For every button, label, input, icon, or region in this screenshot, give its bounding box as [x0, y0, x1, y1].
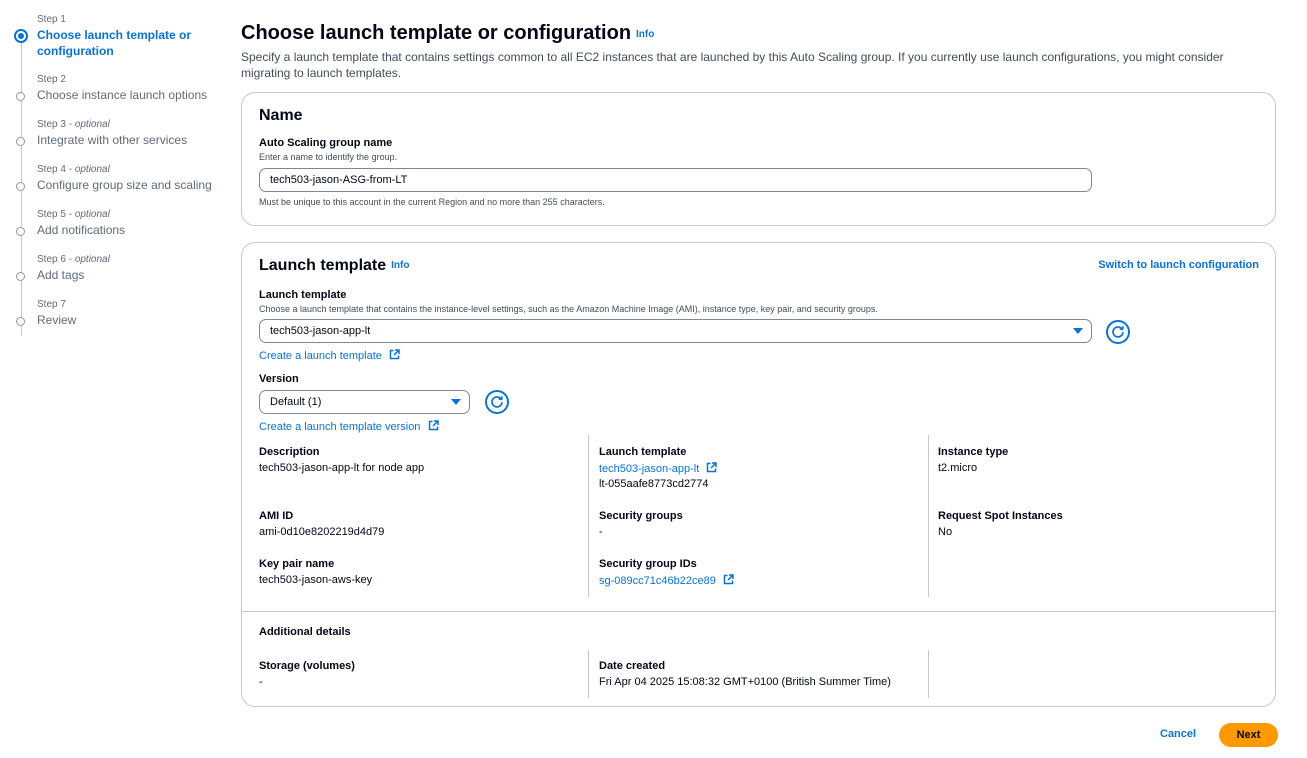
version-select[interactable]: Default (1)	[259, 390, 470, 414]
caret-down-icon	[1073, 328, 1083, 334]
launch-template-panel-title: Launch template	[259, 257, 387, 274]
security-group-ids-label: Security group IDs	[599, 558, 697, 570]
name-panel: Name Auto Scaling group name Enter a nam…	[241, 92, 1276, 226]
refresh-versions-button[interactable]	[485, 390, 509, 414]
step-number: Step 1	[37, 14, 66, 25]
asg-name-label: Auto Scaling group name	[259, 137, 393, 149]
step-7[interactable]: Step 7 Review	[14, 297, 229, 342]
main-content: Choose launch template or configuration I…	[241, 20, 1278, 707]
launch-template-detail-label: Launch template	[599, 446, 687, 458]
request-spot-label: Request Spot Instances	[938, 510, 1063, 522]
step-indicator-icon	[16, 92, 25, 101]
step-name[interactable]: Choose instance launch options	[37, 87, 229, 103]
asg-name-description: Enter a name to identify the group.	[259, 152, 398, 162]
launch-template-select[interactable]: tech503-jason-app-lt	[259, 319, 1092, 343]
step-indicator-icon	[16, 317, 25, 326]
refresh-icon	[1112, 326, 1124, 338]
page-title: Choose launch template or configuration	[241, 22, 632, 44]
step-1[interactable]: Step 1 Choose launch template or configu…	[14, 12, 229, 72]
storage-label: Storage (volumes)	[259, 660, 355, 672]
security-groups-value: -	[599, 526, 603, 538]
step-optional: optional	[74, 119, 110, 130]
step-3[interactable]: Step 3 - optional Integrate with other s…	[14, 117, 229, 162]
asg-name-constraint: Must be unique to this account in the cu…	[259, 197, 605, 207]
description-label: Description	[259, 446, 320, 458]
storage-value: -	[259, 676, 263, 688]
column-divider	[928, 650, 929, 698]
info-link[interactable]: Info	[391, 260, 409, 271]
column-divider	[928, 435, 929, 597]
description-value: tech503-jason-app-lt for node app	[259, 462, 425, 474]
step-number: Step 2	[37, 74, 66, 85]
step-number: Step 4 -	[37, 164, 75, 175]
security-groups-label: Security groups	[599, 510, 683, 522]
step-name[interactable]: Choose launch template or configuration	[37, 27, 197, 59]
external-link-icon	[428, 420, 439, 431]
step-optional: optional	[74, 209, 110, 220]
launch-template-description: Choose a launch template that contains t…	[259, 304, 878, 314]
wizard-steps: Step 1 Choose launch template or configu…	[14, 12, 229, 342]
switch-to-launch-configuration-link[interactable]: Switch to launch configuration	[1098, 259, 1259, 271]
external-link-icon	[389, 349, 400, 360]
step-number: Step 7	[37, 299, 66, 310]
step-number: Step 6 -	[37, 254, 75, 265]
column-divider	[588, 435, 589, 597]
refresh-icon	[491, 396, 503, 408]
info-link[interactable]: Info	[636, 29, 654, 40]
key-pair-label: Key pair name	[259, 558, 335, 570]
page-description: Specify a launch template that contains …	[241, 50, 1224, 80]
security-group-id-link[interactable]: sg-089cc71c46b22ce89	[599, 575, 716, 587]
step-5[interactable]: Step 5 - optional Add notifications	[14, 207, 229, 252]
version-selected-value: Default (1)	[270, 396, 322, 408]
cancel-button[interactable]: Cancel	[1160, 728, 1196, 740]
caret-down-icon	[451, 399, 461, 405]
page-header: Choose launch template or configuration I…	[241, 20, 1278, 81]
launch-template-id: lt-055aafe8773cd2774	[599, 478, 709, 490]
step-4[interactable]: Step 4 - optional Configure group size a…	[14, 162, 229, 207]
request-spot-value: No	[938, 526, 953, 538]
column-divider	[588, 650, 589, 698]
launch-template-selected-value: tech503-jason-app-lt	[270, 325, 371, 337]
step-number: Step 5 -	[37, 209, 75, 220]
step-optional: optional	[74, 254, 110, 265]
refresh-launch-templates-button[interactable]	[1106, 320, 1130, 344]
step-name[interactable]: Review	[37, 312, 229, 328]
instance-type-label: Instance type	[938, 446, 1009, 458]
launch-template-detail-link[interactable]: tech503-jason-app-lt	[599, 463, 699, 475]
asg-name-input[interactable]: tech503-jason-ASG-from-LT	[259, 168, 1092, 192]
step-optional: optional	[74, 164, 110, 175]
external-link-icon	[707, 462, 718, 473]
date-created-label: Date created	[599, 660, 666, 672]
step-6[interactable]: Step 6 - optional Add tags	[14, 252, 229, 297]
step-active-indicator-icon	[14, 29, 28, 43]
date-created-value: Fri Apr 04 2025 15:08:32 GMT+0100 (Briti…	[599, 676, 891, 688]
ami-id-label: AMI ID	[259, 510, 294, 522]
key-pair-value: tech503-jason-aws-key	[259, 574, 373, 586]
step-indicator-icon	[16, 272, 25, 281]
launch-template-label: Launch template	[259, 289, 347, 301]
step-indicator-icon	[16, 137, 25, 146]
create-launch-template-link[interactable]: Create a launch template	[259, 350, 382, 362]
instance-type-value: t2.micro	[938, 462, 978, 474]
step-indicator-icon	[16, 227, 25, 236]
section-divider	[242, 611, 1275, 612]
name-panel-title: Name	[259, 107, 303, 124]
ami-id-value: ami-0d10e8202219d4d79	[259, 526, 385, 538]
step-name[interactable]: Integrate with other services	[37, 132, 229, 148]
create-launch-template-version-link[interactable]: Create a launch template version	[259, 421, 420, 433]
step-name[interactable]: Add tags	[37, 267, 229, 283]
next-button[interactable]: Next	[1219, 723, 1278, 747]
step-2[interactable]: Step 2 Choose instance launch options	[14, 72, 229, 117]
step-name[interactable]: Configure group size and scaling	[37, 177, 229, 193]
step-indicator-icon	[16, 182, 25, 191]
launch-template-panel: Launch template Info Switch to launch con…	[241, 242, 1276, 707]
version-label: Version	[259, 373, 299, 385]
step-name[interactable]: Add notifications	[37, 222, 229, 238]
external-link-icon	[723, 574, 734, 585]
additional-details-title: Additional details	[259, 626, 351, 638]
step-number: Step 3 -	[37, 119, 75, 130]
